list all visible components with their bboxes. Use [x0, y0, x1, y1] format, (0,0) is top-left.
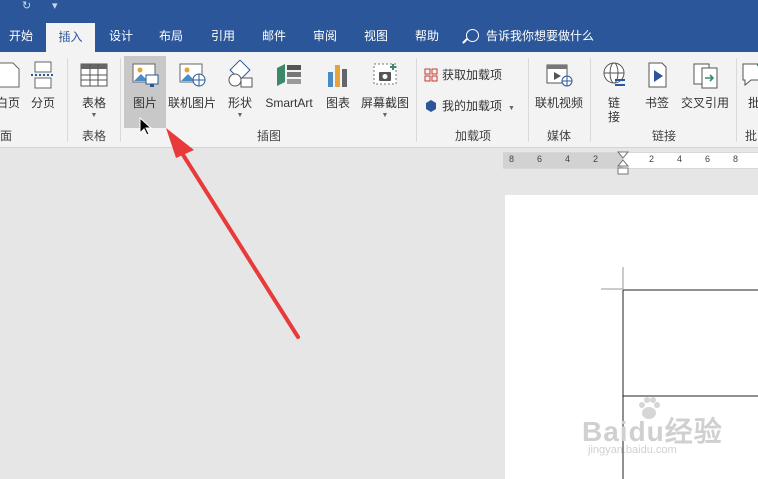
ruler-margin — [503, 153, 623, 168]
indent-marker-icon[interactable] — [617, 151, 629, 177]
horizontal-ruler[interactable]: 8 6 4 2 2 4 6 8 — [503, 151, 758, 175]
watermark-url: jingyan.baidu.com — [588, 444, 677, 456]
watermark: Baidu经验 jingyan.baidu.com — [582, 396, 758, 458]
